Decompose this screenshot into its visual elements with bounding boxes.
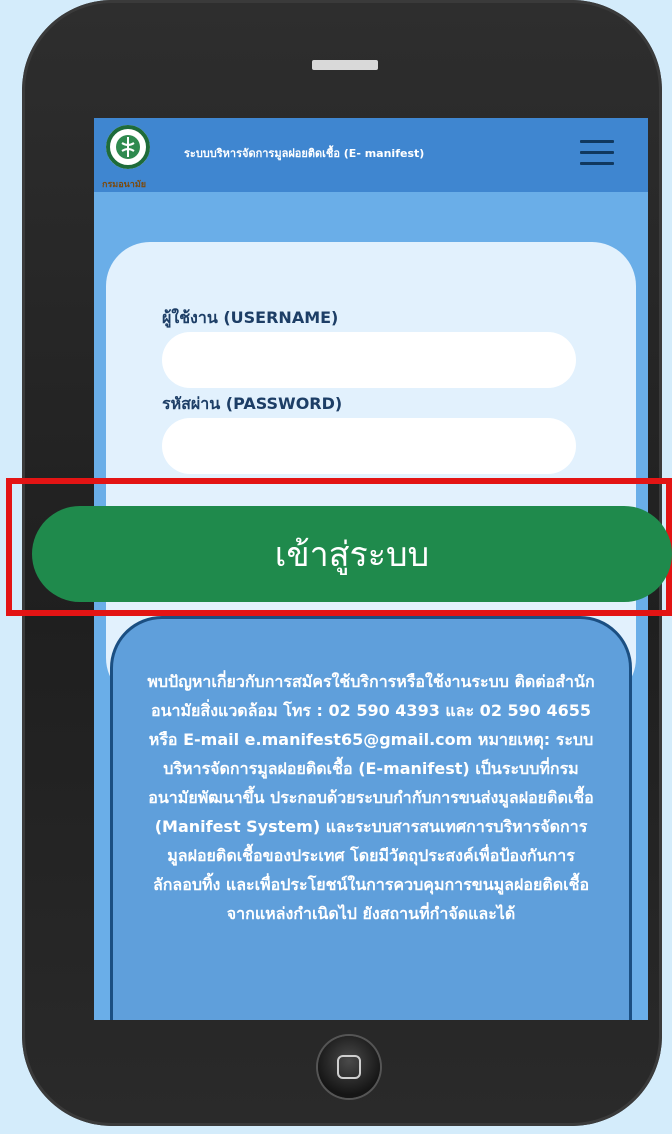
username-input[interactable] <box>162 332 576 388</box>
department-logo: กรมอนามัย <box>102 123 154 190</box>
app-title: ระบบบริหารจัดการมูลฝอยติดเชื้อ (E- manif… <box>184 147 425 160</box>
support-info-text: พบปัญหาเกี่ยวกับการสมัครใช้บริการหรือใช้… <box>147 672 595 923</box>
home-button[interactable] <box>318 1036 380 1098</box>
password-label: รหัสผ่าน (PASSWORD) <box>162 394 343 413</box>
department-logo-icon <box>106 125 150 169</box>
phone-speaker <box>312 60 378 70</box>
logo-text: กรมอนามัย <box>102 180 147 190</box>
home-button-icon <box>337 1055 361 1079</box>
hamburger-menu-icon[interactable] <box>580 140 614 166</box>
password-input[interactable] <box>162 418 576 474</box>
login-button[interactable]: เข้าสู่ระบบ <box>32 506 672 602</box>
info-box: พบปัญหาเกี่ยวกับการสมัครใช้บริการหรือใช้… <box>110 616 632 1020</box>
username-label: ผู้ใช้งาน (USERNAME) <box>162 308 339 327</box>
app-header: กรมอนามัย ระบบบริหารจัดการมูลฝอยติดเชื้อ… <box>94 118 648 192</box>
